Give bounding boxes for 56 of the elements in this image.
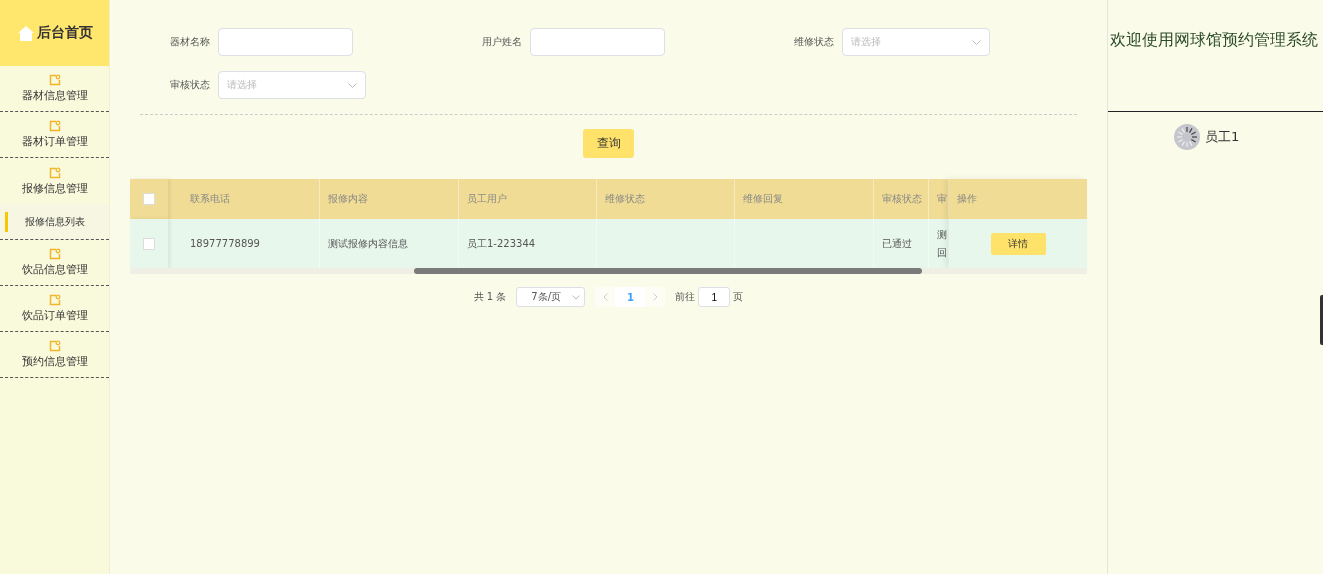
sidebar-item[interactable]: 饮品信息管理 [0,240,109,286]
column-header: 审 [937,192,947,206]
sidebar-item[interactable]: 器材信息管理 [0,66,109,112]
input-field[interactable] [530,28,665,56]
checkbox[interactable] [143,193,155,205]
previous-page-button[interactable] [595,287,616,307]
chevron-down-icon [972,39,981,45]
search-button[interactable]: 查询 [583,129,634,158]
total-count: 共 1 条 [473,290,507,304]
sidebar-item[interactable]: 器材订单管理 [0,112,109,158]
house-icon [16,24,35,42]
chevron-down-icon [348,82,357,88]
edit-icon [48,248,61,260]
column-header: 审核状态 [882,192,922,206]
filter-label: 器材名称 [169,35,210,49]
column-header: 联系电话 [190,192,230,206]
column-header: 员工用户 [467,192,507,206]
table-cell-text: 员工1-223344 [467,236,536,251]
chevron-right-icon [652,293,658,301]
chevron-down-icon [572,294,581,300]
goto-label: 前往 [675,290,696,304]
table-cell-text: 测 [937,227,947,242]
column-header: 报修内容 [328,192,368,206]
submenu-item[interactable]: 报修信息列表 [0,204,109,240]
user-name: 员工1 [1205,128,1240,146]
page-suffix: 页 [733,290,744,304]
sidebar-item[interactable]: 饮品订单管理 [0,286,109,332]
horizontal-scrollbar[interactable] [130,268,1087,274]
sidebar-item[interactable]: 预约信息管理 [0,332,109,378]
sidebar-item[interactable]: 报修信息管理 [0,158,109,204]
column-header: 维修回复 [743,192,783,206]
detail-button[interactable]: 详情 [990,232,1046,255]
table-cell-text: 回 [937,245,947,260]
page-size-select[interactable]: 7条/页 [516,287,586,307]
side-handle[interactable] [1320,295,1323,345]
next-page-button[interactable] [645,287,666,307]
edit-icon [48,74,61,86]
column-header: 操作 [957,192,977,206]
column-header: 维修状态 [605,192,645,206]
table-cell-text: 已通过 [882,236,912,251]
filter-label: 审核状态 [169,78,210,92]
home-link[interactable]: 后台首页 [0,0,109,66]
table-cell-text: 测试报修内容信息 [328,236,408,251]
chevron-left-icon [602,293,608,301]
edit-icon [48,120,61,132]
filter-label: 维修状态 [793,35,834,49]
edit-icon [48,340,61,352]
welcome-title: 欢迎使用网球馆预约管理系统 [1108,0,1323,112]
filter-label: 用户姓名 [481,35,522,49]
input-field[interactable] [218,28,353,56]
loading-avatar-icon [1174,124,1200,150]
page-input[interactable]: 1 [698,287,731,307]
checkbox[interactable] [143,237,155,250]
table-cell-text: 18977778899 [190,236,260,251]
edit-icon [48,166,61,179]
edit-icon [48,294,61,306]
